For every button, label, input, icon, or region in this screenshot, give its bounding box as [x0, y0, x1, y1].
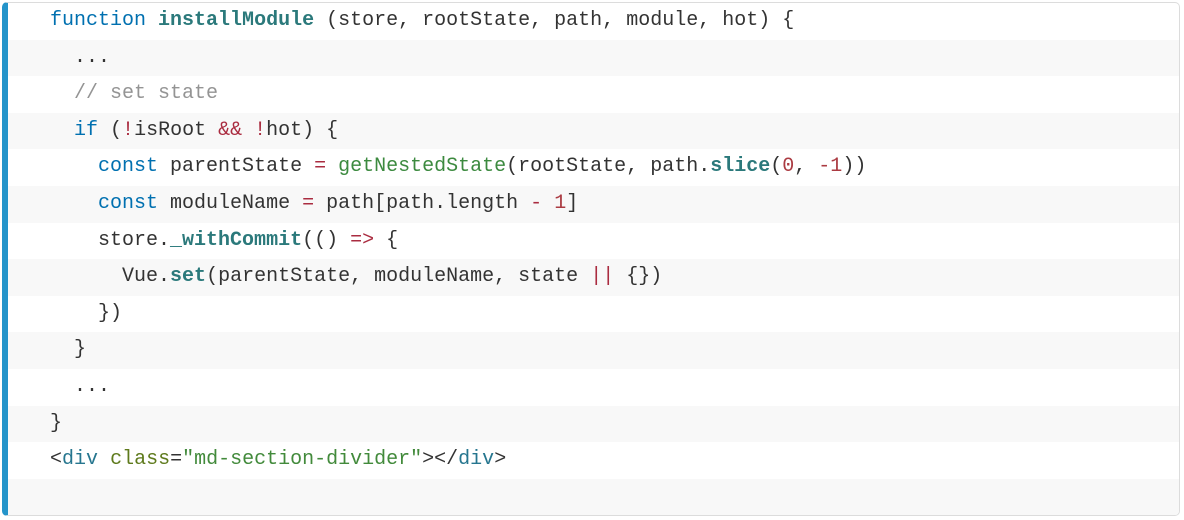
punct: )) — [842, 155, 866, 178]
punct: . — [158, 265, 170, 288]
method: slice — [710, 155, 770, 178]
punct: . — [158, 229, 170, 252]
punct: . — [434, 192, 446, 215]
code-line-empty — [8, 479, 1179, 516]
operator: ! — [254, 119, 266, 142]
identifier: parentState — [170, 155, 314, 178]
brace: } — [50, 412, 62, 435]
punct: </ — [434, 448, 458, 471]
operator: ! — [122, 119, 134, 142]
ellipsis: ... — [74, 375, 110, 398]
identifier: hot) — [266, 119, 326, 142]
punct: ( — [206, 265, 218, 288]
string: "md-section-divider" — [182, 448, 422, 471]
code-line: }) — [8, 296, 1179, 333]
punct: ( — [314, 9, 338, 32]
punct: ] — [566, 192, 578, 215]
punct: {}) — [626, 265, 662, 288]
punct: , — [602, 9, 626, 32]
punct: ( — [506, 155, 518, 178]
punct: }) — [98, 302, 122, 325]
identifier: length — [446, 192, 530, 215]
code-line: function installModule (store, rootState… — [8, 3, 1179, 40]
identifier: moduleName — [374, 265, 494, 288]
code-line: // set state — [8, 76, 1179, 113]
brace: { — [326, 119, 338, 142]
brace: { — [782, 9, 794, 32]
code-line: store._withCommit(() => { — [8, 223, 1179, 260]
identifier: rootState — [518, 155, 626, 178]
punct: ( — [770, 155, 782, 178]
punct: ( — [98, 119, 122, 142]
code-line: <div class="md-section-divider"></div> — [8, 442, 1179, 479]
code-line: } — [8, 332, 1179, 369]
tag: div — [62, 448, 98, 471]
punct: , — [494, 265, 518, 288]
number: 0 — [782, 155, 794, 178]
punct: ( — [302, 229, 314, 252]
identifier: moduleName — [170, 192, 302, 215]
tag: div — [458, 448, 494, 471]
punct: ) — [758, 9, 782, 32]
number: -1 — [818, 155, 842, 178]
operator: || — [590, 265, 614, 288]
identifier: path[path — [326, 192, 434, 215]
identifier: state — [518, 265, 590, 288]
punct: , — [794, 155, 818, 178]
punct: , — [626, 155, 650, 178]
keyword: const — [98, 192, 158, 215]
code-line: const moduleName = path[path.length - 1] — [8, 186, 1179, 223]
punct: , — [398, 9, 422, 32]
identifier: isRoot — [134, 119, 218, 142]
punct — [242, 119, 254, 142]
code-line: const parentState = getNestedState(rootS… — [8, 149, 1179, 186]
method: _withCommit — [170, 229, 302, 252]
method: set — [170, 265, 206, 288]
function-name: installModule — [158, 9, 314, 32]
operator: = — [314, 155, 326, 178]
code-line: Vue.set(parentState, moduleName, state |… — [8, 259, 1179, 296]
keyword: function — [50, 9, 146, 32]
ellipsis: ... — [74, 46, 110, 69]
brace: { — [386, 229, 398, 252]
operator: - — [530, 192, 542, 215]
param: store — [338, 9, 398, 32]
punct: = — [170, 448, 182, 471]
identifier: store — [98, 229, 158, 252]
code-line: } — [8, 406, 1179, 443]
identifier: path — [650, 155, 698, 178]
number: 1 — [554, 192, 566, 215]
comment: // set state — [74, 82, 218, 105]
code-line: ... — [8, 40, 1179, 77]
identifier: parentState — [218, 265, 350, 288]
operator: && — [218, 119, 242, 142]
param: module — [626, 9, 698, 32]
operator: => — [350, 229, 374, 252]
punct: < — [50, 448, 62, 471]
param: path — [554, 9, 602, 32]
code-block: function installModule (store, rootState… — [2, 2, 1180, 516]
attr: class — [110, 448, 170, 471]
callee: getNestedState — [338, 155, 506, 178]
punct: , — [698, 9, 722, 32]
punct: > — [422, 448, 434, 471]
punct: , — [350, 265, 374, 288]
punct: , — [530, 9, 554, 32]
code-line: if (!isRoot && !hot) { — [8, 113, 1179, 150]
keyword: if — [74, 119, 98, 142]
punct: () — [314, 229, 338, 252]
param: rootState — [422, 9, 530, 32]
operator: = — [302, 192, 314, 215]
punct: > — [494, 448, 506, 471]
identifier: Vue — [122, 265, 158, 288]
param: hot — [722, 9, 758, 32]
punct: . — [698, 155, 710, 178]
keyword: const — [98, 155, 158, 178]
brace: } — [74, 338, 86, 361]
code-line: ... — [8, 369, 1179, 406]
